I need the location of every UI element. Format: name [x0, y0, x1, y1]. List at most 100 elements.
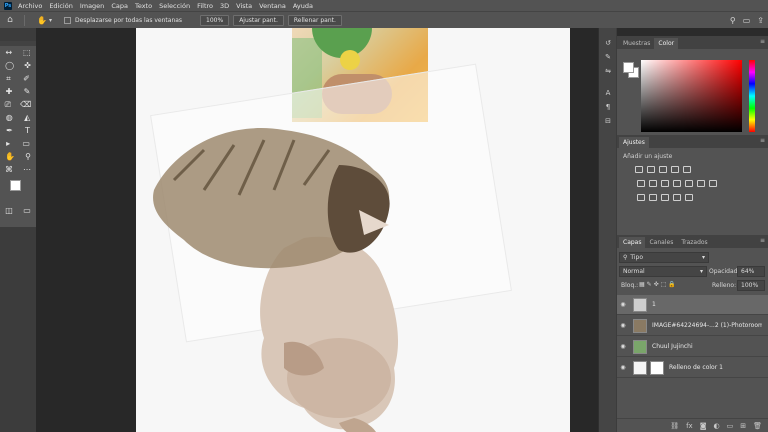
- more-tools-icon[interactable]: ⋯: [23, 165, 31, 174]
- history-icon[interactable]: ↺: [599, 36, 617, 50]
- document-canvas[interactable]: [136, 28, 570, 432]
- channel-mixer-icon[interactable]: [685, 180, 693, 187]
- type-tool-icon[interactable]: T: [25, 126, 30, 135]
- healing-tool-icon[interactable]: ✚: [6, 87, 13, 96]
- vibrance-icon[interactable]: [683, 166, 691, 173]
- brush-settings-icon[interactable]: ✎: [599, 50, 617, 64]
- brightness-icon[interactable]: [635, 166, 643, 173]
- exposure-icon[interactable]: [671, 166, 679, 173]
- search-icon[interactable]: ⚲: [730, 16, 736, 25]
- lock-icons[interactable]: ▦✎✜⬚🔒: [639, 281, 678, 288]
- brush-tool-icon[interactable]: ✎: [24, 87, 31, 96]
- link-icon[interactable]: ⛓: [670, 422, 679, 430]
- layer-row[interactable]: ◉ Relleno de color 1: [617, 358, 768, 378]
- share-icon[interactable]: ⇪: [757, 16, 764, 25]
- hand-tool-icon[interactable]: ✋: [37, 16, 47, 25]
- path-select-tool-icon[interactable]: ▸: [6, 139, 10, 148]
- grid-icon[interactable]: [709, 180, 717, 187]
- fx-icon[interactable]: fx: [686, 422, 693, 430]
- adjustment-layer-icon[interactable]: ◐: [714, 422, 720, 430]
- menu-texto[interactable]: Texto: [135, 2, 152, 10]
- threshold-icon[interactable]: [661, 194, 669, 201]
- black-white-icon[interactable]: [661, 180, 669, 187]
- marquee-tool-icon[interactable]: ⬚: [23, 48, 31, 57]
- menu-archivo[interactable]: Archivo: [18, 2, 42, 10]
- bucket-tool-icon[interactable]: ◭: [24, 113, 30, 122]
- curves-icon[interactable]: [659, 166, 667, 173]
- fit-screen-button[interactable]: Ajustar pant.: [233, 14, 284, 26]
- tab-canales[interactable]: Canales: [645, 237, 677, 248]
- move-tool-icon[interactable]: ↔: [5, 48, 12, 57]
- menu-imagen[interactable]: Imagen: [80, 2, 104, 10]
- foreground-color[interactable]: [10, 180, 21, 191]
- object-select-tool-icon[interactable]: ✜: [24, 61, 31, 70]
- hand-tool-icon[interactable]: ✋: [5, 152, 15, 161]
- posterize-icon[interactable]: [649, 194, 657, 201]
- menu-filtro[interactable]: Filtro: [197, 2, 213, 10]
- eraser-tool-icon[interactable]: ⌫: [20, 100, 31, 109]
- adjustments-icon[interactable]: ⇋: [599, 64, 617, 78]
- document-workspace[interactable]: [36, 28, 598, 432]
- tab-ajustes[interactable]: Ajustes: [619, 137, 649, 148]
- scroll-all-checkbox[interactable]: [63, 16, 71, 24]
- mask-icon[interactable]: ◙: [700, 422, 707, 430]
- folder-icon[interactable]: ▭: [727, 422, 734, 430]
- hue-slider[interactable]: [749, 60, 755, 132]
- gradient-map-icon[interactable]: [673, 194, 681, 201]
- fill-screen-button[interactable]: Rellenar pant.: [287, 14, 342, 26]
- panel-menu-icon[interactable]: ≡: [760, 137, 765, 144]
- selective-color-icon[interactable]: [685, 194, 693, 201]
- color-picker-field[interactable]: [641, 60, 742, 132]
- edit-toolbar-icon[interactable]: ⌘: [5, 165, 13, 174]
- menu-capa[interactable]: Capa: [111, 2, 128, 10]
- pen-tool-icon[interactable]: ✒: [6, 126, 13, 135]
- zoom-100-button[interactable]: 100%: [200, 14, 230, 26]
- new-layer-icon[interactable]: ⊞: [740, 422, 746, 430]
- screen-mode-icon[interactable]: ▭: [23, 206, 31, 215]
- color-lookup-icon[interactable]: [697, 180, 705, 187]
- photo-filter-icon[interactable]: [673, 180, 681, 187]
- lasso-tool-icon[interactable]: ◯: [5, 61, 14, 70]
- menu-ayuda[interactable]: Ayuda: [293, 2, 313, 10]
- eye-icon[interactable]: ◉: [617, 301, 629, 308]
- quick-mask-icon[interactable]: ◫: [5, 206, 13, 215]
- crop-tool-icon[interactable]: ⌗: [6, 74, 11, 84]
- eye-icon[interactable]: ◉: [617, 343, 629, 350]
- invert-icon[interactable]: [637, 194, 645, 201]
- eye-icon[interactable]: ◉: [617, 322, 629, 329]
- panel-menu-icon[interactable]: ≡: [760, 38, 765, 45]
- menu-ventana[interactable]: Ventana: [259, 2, 286, 10]
- home-icon[interactable]: ⌂: [0, 12, 20, 29]
- menu-edicion[interactable]: Edición: [49, 2, 73, 10]
- trash-icon[interactable]: 🗑: [753, 422, 762, 430]
- eyedropper-tool-icon[interactable]: ✐: [23, 74, 30, 83]
- layer-row[interactable]: ◉ Chuul Jujinchi: [617, 337, 768, 357]
- menu-seleccion[interactable]: Selección: [159, 2, 190, 10]
- levels-icon[interactable]: [647, 166, 655, 173]
- tab-color[interactable]: Color: [654, 38, 679, 49]
- opacity-input[interactable]: 64%: [737, 266, 765, 277]
- zoom-tool-icon[interactable]: ⚲: [25, 152, 31, 161]
- properties-icon[interactable]: ⊟: [599, 114, 617, 128]
- menu-3d[interactable]: 3D: [220, 2, 229, 10]
- chevron-down-icon[interactable]: ▾: [49, 17, 52, 24]
- character-icon[interactable]: A: [599, 86, 617, 100]
- paragraph-icon[interactable]: ¶: [599, 100, 617, 114]
- tab-capas[interactable]: Capas: [619, 237, 646, 248]
- blend-mode-select[interactable]: Normal ▾: [619, 266, 707, 277]
- blur-tool-icon[interactable]: ◍: [6, 113, 13, 122]
- workspace-icon[interactable]: ▭: [743, 16, 751, 25]
- menu-vista[interactable]: Vista: [236, 2, 252, 10]
- foreground-swatch[interactable]: [623, 62, 634, 73]
- eye-icon[interactable]: ◉: [617, 364, 629, 371]
- tab-muestras[interactable]: Muestras: [619, 38, 654, 49]
- layer-row[interactable]: ◉ IMAGE#64224694-...2 (1)-Photoroom: [617, 316, 768, 336]
- fill-input[interactable]: 100%: [737, 280, 765, 291]
- layer-filter-select[interactable]: ⚲ Tipo ▾: [619, 252, 709, 263]
- color-balance-icon[interactable]: [649, 180, 657, 187]
- panel-menu-icon[interactable]: ≡: [760, 237, 765, 244]
- stamp-tool-icon[interactable]: ⎚: [5, 100, 11, 110]
- rectangle-tool-icon[interactable]: ▭: [22, 139, 30, 148]
- layer-row[interactable]: ◉ 1: [617, 295, 768, 315]
- tab-trazados[interactable]: Trazados: [677, 237, 711, 248]
